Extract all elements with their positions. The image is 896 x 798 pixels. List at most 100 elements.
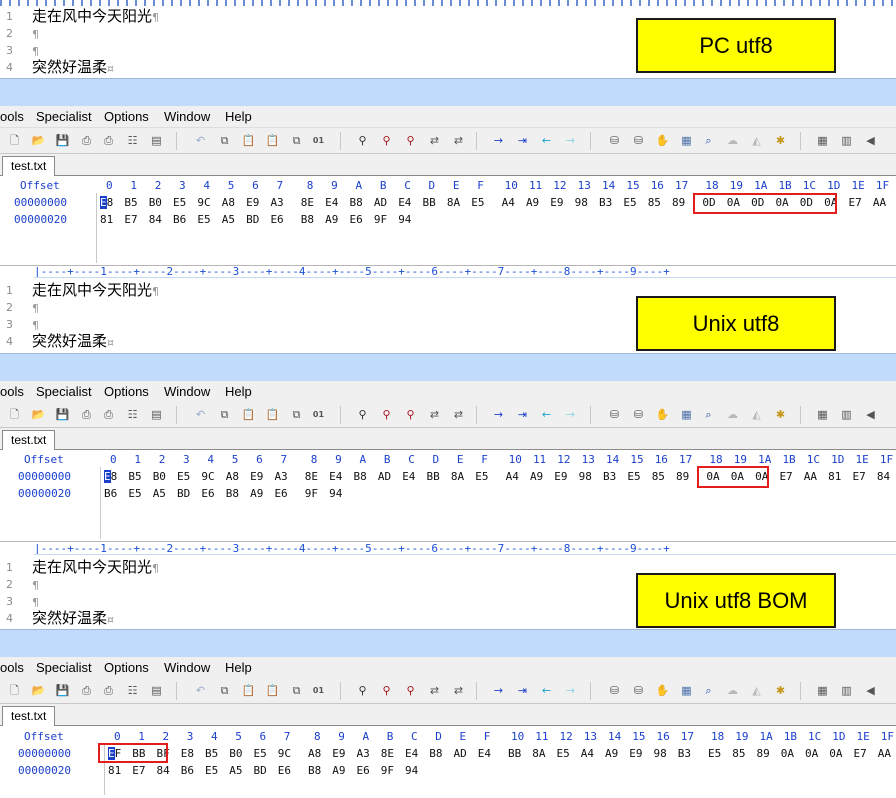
menu-help[interactable]: Help <box>225 660 252 675</box>
replace-icon[interactable]: ⇄ <box>426 406 443 423</box>
back-arrow-icon[interactable]: ← <box>538 132 555 149</box>
menu-ools[interactable]: ools <box>0 384 24 399</box>
find-next-icon[interactable]: ⚲ <box>378 132 395 149</box>
gear-icon[interactable]: ✱ <box>772 132 789 149</box>
save-icon[interactable]: 💾 <box>54 132 71 149</box>
hex-byte[interactable]: BB <box>508 745 521 762</box>
new-file-icon[interactable]: 🗋 <box>6 132 23 149</box>
copy-icon[interactable]: ⧉ <box>216 406 233 423</box>
hex-byte[interactable]: 8E <box>301 194 314 211</box>
find-hex-icon[interactable]: ⚲ <box>402 132 419 149</box>
hex-byte[interactable]: E7 <box>849 194 862 211</box>
menu-window[interactable]: Window <box>164 109 210 124</box>
new-file-icon[interactable]: 🗋 <box>6 406 23 423</box>
hex-byte[interactable]: A9 <box>325 211 338 228</box>
replace-icon[interactable]: ⇄ <box>426 132 443 149</box>
chart-icon[interactable]: ◭ <box>748 406 765 423</box>
hex-byte[interactable]: A8 <box>222 194 235 211</box>
hex-byte[interactable]: B5 <box>205 745 218 762</box>
editor-line[interactable]: 1 走在风中今天阳光¶ <box>0 559 600 576</box>
hex-byte[interactable]: AD <box>378 468 391 485</box>
menu-help[interactable]: Help <box>225 109 252 124</box>
hex-byte[interactable]: E6 <box>350 211 363 228</box>
hex-byte[interactable]: A9 <box>250 485 263 502</box>
print-icon[interactable]: ⎙ <box>100 132 117 149</box>
hex-byte[interactable]: 8A <box>447 194 460 211</box>
hex-byte[interactable]: BD <box>254 762 267 779</box>
hex-byte[interactable]: E6 <box>270 211 283 228</box>
hex-byte[interactable]: E4 <box>325 194 338 211</box>
binary-icon[interactable]: 01 <box>310 682 327 699</box>
replace-icon[interactable]: ⇄ <box>426 682 443 699</box>
find-icon[interactable]: ⚲ <box>354 406 371 423</box>
insert-icon[interactable]: ⇥ <box>514 406 531 423</box>
binary-icon[interactable]: 01 <box>310 132 327 149</box>
tab-test-txt[interactable]: test.txt <box>2 430 56 450</box>
hex-byte[interactable]: E5 <box>197 211 210 228</box>
hex-byte[interactable]: AD <box>374 194 387 211</box>
hex-byte[interactable]: 81 <box>108 762 121 779</box>
hex-byte[interactable]: 84 <box>149 211 162 228</box>
grid-icon[interactable]: ▦ <box>814 406 831 423</box>
hex-byte[interactable]: AA <box>878 745 891 762</box>
hex-byte[interactable]: E5 <box>128 485 141 502</box>
columns-icon[interactable]: ▥ <box>838 132 855 149</box>
cloud-icon[interactable]: ☁ <box>724 132 741 149</box>
find-hex-icon[interactable]: ⚲ <box>402 406 419 423</box>
hex-byte[interactable]: E6 <box>278 762 291 779</box>
paste-special-icon[interactable]: ⧉ <box>288 406 305 423</box>
back-arrow-icon[interactable]: ← <box>538 406 555 423</box>
hex-byte[interactable]: 81 <box>828 468 841 485</box>
hex-byte[interactable]: E7 <box>124 211 137 228</box>
hex-byte[interactable]: E9 <box>332 745 345 762</box>
hex-byte[interactable]: 98 <box>575 194 588 211</box>
find-icon[interactable]: ⚲ <box>354 132 371 149</box>
disk-icon[interactable]: ⛁ <box>606 132 623 149</box>
editor-line[interactable]: 3 ¶ <box>0 42 600 59</box>
hex-byte[interactable]: B6 <box>173 211 186 228</box>
editor-line[interactable]: 2 ¶ <box>0 299 600 316</box>
clipboard-icon[interactable]: 📋 <box>264 682 281 699</box>
hex-byte[interactable]: 8E <box>381 745 394 762</box>
back-arrow-icon[interactable]: ← <box>538 682 555 699</box>
hex-byte[interactable]: B0 <box>229 745 242 762</box>
calculator-icon[interactable]: ▦ <box>678 132 695 149</box>
forward-arrow-icon[interactable]: → <box>562 682 579 699</box>
find-next-icon[interactable]: ⚲ <box>378 682 395 699</box>
clipboard-icon[interactable]: 📋 <box>264 132 281 149</box>
disks-icon[interactable]: ⛁ <box>630 406 647 423</box>
paste-special-icon[interactable]: ⧉ <box>288 682 305 699</box>
hex-byte[interactable]: 94 <box>398 211 411 228</box>
hex-byte[interactable]: E5 <box>557 745 570 762</box>
hex-byte[interactable]: 94 <box>329 485 342 502</box>
hand-tool-icon[interactable]: ✋ <box>654 682 671 699</box>
scroll-left-icon[interactable]: ◀ <box>862 406 879 423</box>
hex-byte[interactable]: B8 <box>308 762 321 779</box>
replace-hex-icon[interactable]: ⇄ <box>450 406 467 423</box>
menu-options[interactable]: Options <box>104 109 149 124</box>
zoom-icon[interactable]: ⌕ <box>700 132 717 149</box>
hex-byte[interactable]: 0A <box>781 745 794 762</box>
hex-byte[interactable]: E9 <box>550 194 563 211</box>
forward-arrow-icon[interactable]: → <box>562 132 579 149</box>
gear-icon[interactable]: ✱ <box>772 682 789 699</box>
hex-byte[interactable]: A8 <box>308 745 321 762</box>
hex-byte[interactable]: 84 <box>877 468 890 485</box>
paste-special-icon[interactable]: ⧉ <box>288 132 305 149</box>
hex-byte[interactable]: 9C <box>278 745 291 762</box>
grid-icon[interactable]: ▦ <box>814 682 831 699</box>
hex-byte[interactable]: BD <box>246 211 259 228</box>
hex-byte[interactable]: E5 <box>173 194 186 211</box>
scroll-left-icon[interactable]: ◀ <box>862 132 879 149</box>
hex-byte[interactable]: 84 <box>157 762 170 779</box>
hex-byte[interactable]: A5 <box>153 485 166 502</box>
menu-window[interactable]: Window <box>164 660 210 675</box>
hex-byte[interactable]: B8 <box>301 211 314 228</box>
editor-line[interactable]: 4 突然好温柔¤ <box>0 610 600 627</box>
menu-help[interactable]: Help <box>225 384 252 399</box>
copy-icon[interactable]: ⧉ <box>216 682 233 699</box>
hex-byte[interactable]: 9C <box>197 194 210 211</box>
grid-icon[interactable]: ▦ <box>814 132 831 149</box>
hex-byte[interactable]: 0A <box>805 745 818 762</box>
forward-arrow-icon[interactable]: → <box>562 406 579 423</box>
